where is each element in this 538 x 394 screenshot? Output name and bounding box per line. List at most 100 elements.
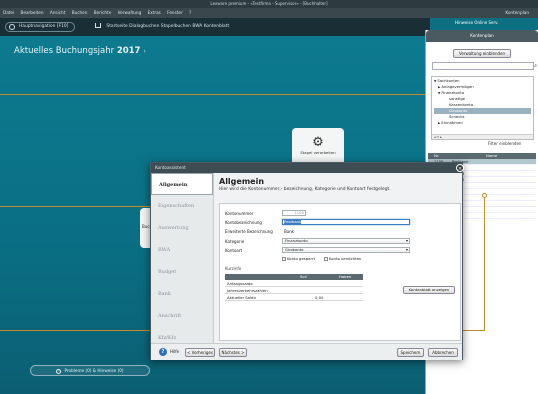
menu-bearbeiten[interactable]: Bearbeiten: [21, 10, 44, 15]
kontoart-select[interactable]: Girokonto: [282, 247, 410, 253]
kurzinfo-row-label: Jahresverkehrszahlen: [227, 288, 268, 293]
callout-vertical-line: [484, 195, 485, 331]
filter-einblenden-button[interactable]: Filter einblenden: [488, 141, 521, 146]
dialog-tab-eigenschaften[interactable]: Eigenschaften: [151, 195, 213, 217]
kontoart-label: Kontoart: [225, 248, 243, 253]
tree-item-label: Schecks: [449, 114, 465, 119]
search-icon[interactable]: ⌕: [534, 63, 537, 69]
close-icon[interactable]: ×: [456, 164, 464, 172]
callout-line-tree: [0, 94, 425, 95]
erweiterte-bezeichnung-value: Bank: [284, 229, 295, 234]
stapel-verarbeiten-label: Stapel verarbeiten: [300, 150, 336, 155]
menu-verwaltung[interactable]: Verwaltung: [118, 10, 142, 15]
kontenblatt-anzeigen-button[interactable]: Kontenblatt anzeigen: [403, 286, 455, 294]
erweiterte-bezeichnung-label: Erweiterte Bezeichnung: [225, 229, 273, 234]
main-navigation-button[interactable]: Hauptnavigation [F10]: [5, 22, 75, 32]
save-button[interactable]: Speichern: [397, 348, 424, 357]
section-subheading: Hier wird die Kontonummer,- bezeichnung,…: [219, 187, 391, 192]
year-value: 2017: [116, 46, 141, 56]
breadcrumb-text[interactable]: Startseite Dialogbuchen Stapelbuchen BWA…: [106, 24, 229, 29]
navigation-bar: Hauptnavigation [F10] Startseite Dialogb…: [0, 18, 430, 36]
menu-berichte[interactable]: Berichte: [94, 10, 112, 15]
konto-gesperrt-label: Konto gesperrt: [287, 256, 316, 261]
info-icon: i: [56, 368, 62, 374]
kontenplan-header: Kontenplan: [426, 30, 538, 42]
kategorie-label: Kategorie: [225, 239, 245, 244]
kontobezeichnung-value: Postbank: [284, 219, 302, 224]
kurzinfo-row-label: Aktueller Saldo: [227, 295, 256, 300]
cancel-button[interactable]: Abbrechen: [428, 348, 458, 357]
dialog-tab-allgemein[interactable]: Allgemein: [151, 173, 213, 195]
menu-fenster[interactable]: Fenster: [167, 10, 183, 15]
dialog-tab-budget[interactable]: Budget: [151, 261, 213, 283]
dialog-tab-bank[interactable]: Bank: [151, 283, 213, 305]
checkbox-box: [282, 257, 286, 261]
dialog-footer: ? Hilfe < Vorheriges Nächstes > Speicher…: [151, 343, 462, 360]
tree-item-label: Girokonto: [449, 108, 468, 113]
kurzinfo-table: Soll Haben Anfangssaldo Jahresverkehrszah…: [225, 274, 363, 301]
callout-line-sidebar: [0, 206, 150, 207]
menu-right-label: Kontenplan: [505, 10, 529, 15]
dialog-title: Kontoassistent: [151, 163, 462, 173]
chevron-right-icon[interactable]: ›: [143, 48, 145, 55]
navigation-circle-icon: [9, 24, 15, 30]
triangle-right-icon[interactable]: ▶: [438, 121, 440, 125]
dialog-tab-auswertung[interactable]: Auswertung: [151, 217, 213, 239]
table-row: Anfangssaldo: [225, 280, 363, 287]
menu-bar: Datei Bearbeiten Ansicht Buchen Berichte…: [0, 8, 538, 18]
top-right-icons[interactable]: Hinweise Online Serv.: [455, 20, 498, 25]
triangle-down-icon[interactable]: ▼: [434, 79, 436, 83]
menu-extras[interactable]: Extras: [148, 10, 161, 15]
konto-verdichten-label: Konto verdichten: [329, 256, 362, 261]
problems-button[interactable]: i Probleme (0) & Hinweise (0): [30, 365, 150, 376]
window-title-bar: Lexware premium - «Testfirma - Superviso…: [0, 0, 538, 8]
problems-label: Probleme (0) & Hinweise (0): [64, 368, 124, 373]
menu-datei[interactable]: Datei: [3, 10, 14, 15]
kurzinfo-label: Kurzinfo: [225, 266, 242, 271]
menu-ansicht[interactable]: Ansicht: [50, 10, 65, 15]
dialog-sidebar: Allgemein Eigenschaften Auswertung BWA B…: [151, 173, 214, 343]
kontoassistent-dialog: Kontoassistent Allgemein Eigenschaften A…: [150, 162, 463, 360]
kontonummer-label: Kontonummer: [225, 211, 254, 216]
tree-item-label: sonstige: [449, 96, 465, 101]
tree-item-label: Einnahmen: [441, 120, 463, 125]
table-row: Aktueller Saldo 0,00: [225, 294, 363, 301]
kategorie-select[interactable]: Finanzkonto: [282, 238, 410, 244]
dialog-content: Allgemein Hier wird die Kontonummer,- be…: [219, 177, 461, 341]
kontonummer-field[interactable]: 1100: [282, 210, 306, 216]
previous-button[interactable]: < Vorheriges: [185, 348, 215, 357]
triangle-down-icon[interactable]: ▼: [438, 91, 440, 95]
kurzinfo-row-label: Anfangssaldo: [227, 281, 253, 286]
menu-buchen[interactable]: Buchen: [72, 10, 88, 15]
home-icon[interactable]: [95, 23, 101, 28]
help-label[interactable]: Hilfe: [170, 348, 179, 356]
triangle-right-icon[interactable]: ▶: [438, 85, 440, 89]
section-heading: Allgemein: [219, 177, 265, 186]
gear-icon: ⚙: [312, 135, 324, 150]
breadcrumb: Startseite Dialogbuchen Stapelbuchen BWA…: [95, 18, 229, 36]
dialog-tab-anschrift[interactable]: Anschrift: [151, 305, 213, 327]
menu-help[interactable]: ?: [189, 10, 191, 15]
help-icon[interactable]: ?: [159, 348, 167, 356]
window-title: Lexware premium - «Testfirma - Superviso…: [210, 1, 328, 6]
callout-dot: [482, 193, 487, 198]
tree-item-label: Anlagevermögen: [441, 84, 474, 89]
tree-item[interactable]: ▶Einnahmen: [434, 120, 531, 126]
verwaltung-einblenden-button[interactable]: Verwaltung einblenden: [453, 49, 511, 58]
page-title: Aktuelles Buchungsjahr 2017 ›: [14, 46, 146, 56]
konto-verdichten-checkbox[interactable]: Konto verdichten: [324, 256, 361, 261]
dialog-tab-bwa[interactable]: BWA: [151, 239, 213, 261]
table-row: Jahresverkehrszahlen: [225, 287, 363, 294]
kontobezeichnung-label: Kontobezeichnung: [225, 220, 262, 225]
tree-item-label: Kassenkonto: [449, 102, 474, 107]
tree-item-label: Sachkonten: [437, 78, 460, 83]
konto-gesperrt-checkbox[interactable]: Konto gesperrt: [282, 256, 315, 261]
next-button[interactable]: Nächstes >: [219, 348, 247, 357]
kontenplan-tree: ▼Sachkonten ▶Anlagevermögen ▼Finanzkonto so…: [431, 76, 534, 140]
main-navigation-label: Hauptnavigation [F10]: [19, 24, 69, 29]
allgemein-form: Kontonummer 1100 Kontobezeichnung Postba…: [219, 203, 461, 341]
checkbox-box: [324, 257, 328, 261]
kontenplan-search-input[interactable]: ⌕: [432, 62, 537, 70]
kontobezeichnung-field[interactable]: Postbank: [282, 219, 410, 225]
tree-horizontal-scrollbar[interactable]: ◂ ▭ ▸: [432, 134, 533, 139]
